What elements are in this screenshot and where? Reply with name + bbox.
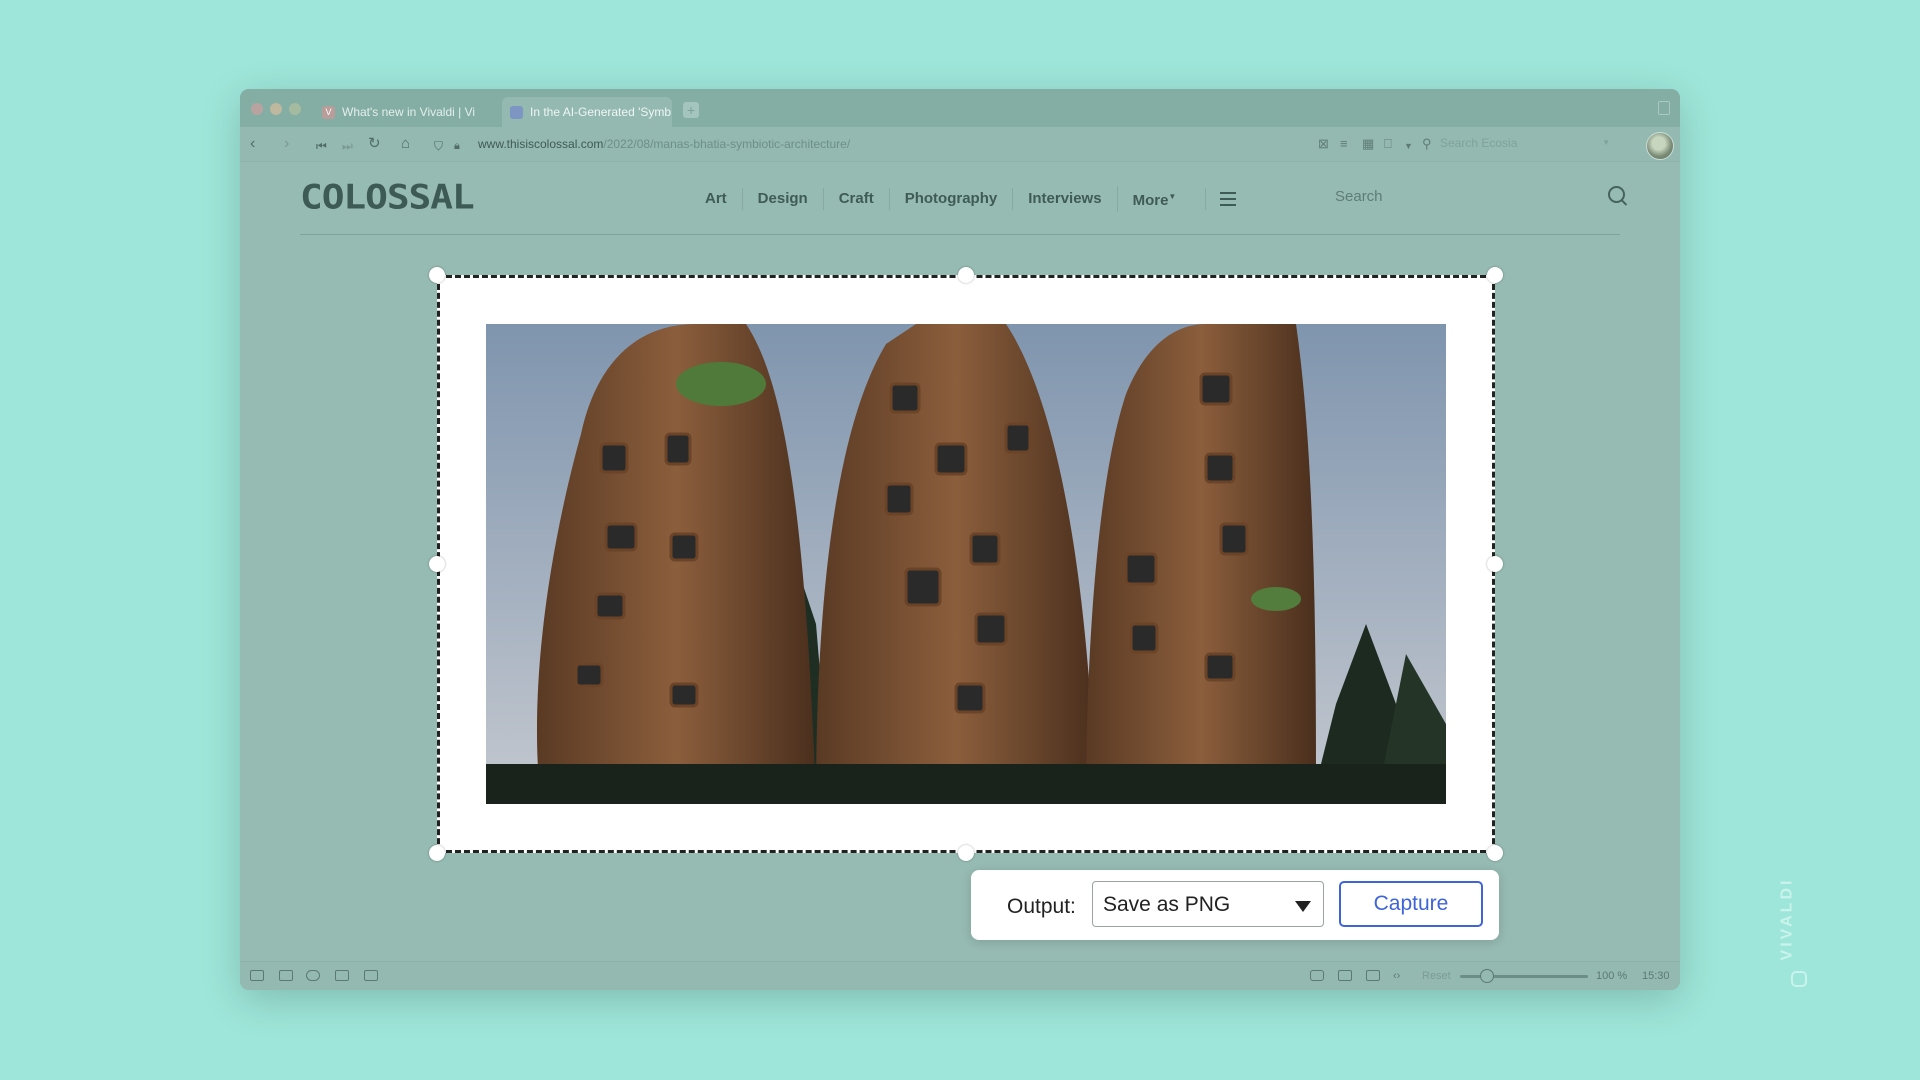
site-nav: Art Design Craft Photography Interviews …	[690, 186, 1237, 212]
forward-icon[interactable]: ›	[284, 136, 289, 152]
trash-icon[interactable]	[1658, 101, 1670, 115]
rewind-icon[interactable]: ⏮	[316, 138, 327, 154]
status-bar: ‹› Reset 100 % 15:30	[240, 961, 1680, 990]
watermark-text: VIVALDI	[1778, 877, 1796, 961]
panel-toggle-icon[interactable]	[250, 970, 264, 981]
tab-bar: V What's new in Vivaldi | Vi In the AI-G…	[240, 89, 1680, 127]
resize-handle-top-left[interactable]	[429, 267, 445, 283]
window-icon[interactable]	[1338, 970, 1352, 981]
resize-handle-bottom-left[interactable]	[429, 845, 445, 861]
profile-avatar[interactable]	[1646, 132, 1674, 160]
tab-tiling-icon[interactable]	[279, 970, 293, 981]
vivaldi-logo-icon	[1791, 971, 1807, 987]
caret-down-icon: ▼	[1168, 192, 1177, 201]
reload-icon[interactable]: ↻	[368, 136, 381, 152]
header-divider	[300, 234, 1620, 235]
zoom-slider-handle[interactable]	[1480, 969, 1494, 983]
nav-more[interactable]: More▼	[1116, 186, 1192, 212]
capture-button[interactable]: Capture	[1339, 881, 1483, 927]
nav-craft[interactable]: Craft	[822, 188, 889, 210]
nav-photography[interactable]: Photography	[888, 188, 1013, 210]
search-engine-icon[interactable]: ⚲	[1422, 137, 1432, 151]
bookmark-icon[interactable]: ⎕	[1384, 137, 1392, 151]
colossal-favicon-icon	[510, 105, 523, 119]
browser-search-input[interactable]: Search Ecosia ▼	[1440, 136, 1660, 154]
nav-interviews[interactable]: Interviews	[1012, 188, 1116, 210]
tab-colossal[interactable]: In the AI-Generated 'Symb	[502, 97, 672, 127]
vivaldi-watermark: VIVALDI	[1778, 870, 1814, 990]
output-format-value: Save as PNG	[1103, 893, 1231, 916]
capture-toolbar: Output: Save as PNG Capture	[971, 870, 1499, 940]
code-icon[interactable]: ‹›	[1393, 970, 1400, 982]
page-content: COLOSSAL Art Design Craft Photography In…	[240, 162, 1680, 962]
nav-more-label: More	[1132, 192, 1169, 209]
nav-art[interactable]: Art	[690, 188, 742, 210]
nav-design[interactable]: Design	[741, 188, 823, 210]
browser-window: V What's new in Vivaldi | Vi In the AI-G…	[240, 89, 1680, 990]
maximize-window-button[interactable]	[289, 103, 301, 115]
mail-icon[interactable]	[335, 970, 349, 981]
menu-icon[interactable]	[1205, 188, 1237, 210]
clock: 15:30	[1642, 970, 1670, 982]
site-search-input[interactable]: Search	[1335, 188, 1630, 205]
resize-handle-bottom-right[interactable]	[1487, 845, 1503, 861]
chevron-down-icon[interactable]: ▼	[1404, 139, 1413, 153]
search-icon[interactable]	[1608, 186, 1625, 203]
resize-handle-right[interactable]	[1487, 556, 1503, 572]
resize-handle-bottom[interactable]	[958, 845, 974, 861]
url-path: /2022/08/manas-bhatia-symbiotic-architec…	[603, 137, 851, 151]
resize-handle-top-right[interactable]	[1487, 267, 1503, 283]
zoom-reset[interactable]: Reset	[1422, 970, 1451, 982]
zoom-level: 100 %	[1596, 970, 1628, 982]
calendar-icon[interactable]	[364, 970, 378, 981]
home-icon[interactable]: ⌂	[401, 136, 410, 152]
output-format-select[interactable]: Save as PNG	[1092, 881, 1324, 927]
url-host: www.thisiscolossal.com	[478, 137, 604, 151]
qr-code-icon[interactable]: ▦	[1362, 137, 1374, 151]
rss-icon[interactable]: ⊠	[1318, 137, 1329, 151]
address-bar: ‹ › ⏮ ⏭ ↻ ⌂ ⛉ 🔒︎ www.thisiscolossal.com/…	[240, 127, 1680, 162]
new-tab-button[interactable]: +	[683, 102, 699, 118]
tab-title: In the AI-Generated 'Symb	[530, 105, 672, 119]
chevron-down-icon[interactable]: ▼	[1602, 138, 1610, 147]
tab-whats-new[interactable]: V What's new in Vivaldi | Vi	[314, 97, 484, 127]
reader-view-icon[interactable]: ≡	[1340, 137, 1348, 151]
sync-cloud-icon[interactable]	[306, 970, 320, 981]
minimize-window-button[interactable]	[270, 103, 282, 115]
shield-icon[interactable]: ⛉	[434, 138, 443, 154]
camera-icon[interactable]	[1310, 970, 1324, 981]
resize-handle-top[interactable]	[958, 267, 974, 283]
site-search-placeholder: Search	[1335, 188, 1383, 205]
browser-search-placeholder: Search Ecosia	[1440, 136, 1518, 150]
back-icon[interactable]: ‹	[250, 136, 255, 152]
selection-dashed-border	[437, 275, 1495, 853]
output-label: Output:	[1007, 895, 1076, 918]
vivaldi-favicon-icon: V	[322, 105, 335, 119]
resize-handle-left[interactable]	[429, 556, 445, 572]
close-window-button[interactable]	[251, 103, 263, 115]
image-icon[interactable]	[1366, 970, 1380, 981]
lock-icon: 🔒︎	[454, 140, 460, 152]
tab-title: What's new in Vivaldi | Vi	[342, 105, 476, 119]
dropdown-arrow-icon	[1295, 901, 1311, 912]
site-logo[interactable]: COLOSSAL	[300, 178, 475, 217]
fast-forward-icon[interactable]: ⏭	[342, 138, 353, 154]
url-field[interactable]: www.thisiscolossal.com/2022/08/manas-bha…	[478, 137, 850, 151]
